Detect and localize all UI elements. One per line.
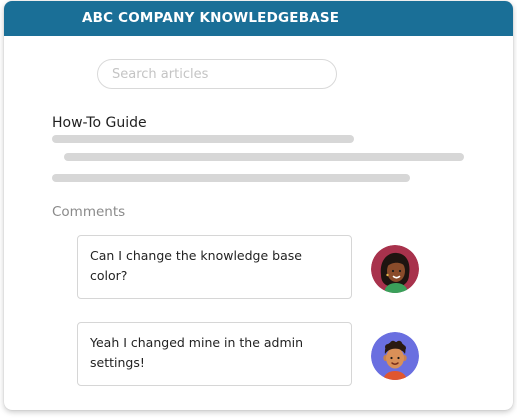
comment-text: Can I change the knowledge base color? — [90, 248, 302, 283]
avatar-woman-icon — [371, 245, 419, 293]
comment-bubble: Can I change the knowledge base color? — [77, 235, 352, 299]
placeholder-text-line — [52, 174, 410, 182]
app-title: ABC COMPANY KNOWLEDGEBASE — [82, 10, 340, 26]
header-bar: ABC COMPANY KNOWLEDGEBASE — [4, 1, 513, 36]
knowledgebase-window: ABC COMPANY KNOWLEDGEBASE How-To Guide C… — [4, 1, 513, 410]
avatar-man-icon — [371, 332, 419, 380]
article-title: How-To Guide — [52, 115, 147, 131]
placeholder-text-line — [52, 135, 354, 143]
placeholder-text-line — [64, 153, 464, 161]
comments-heading: Comments — [52, 204, 126, 220]
comment-bubble: Yeah I changed mine in the admin setting… — [77, 322, 352, 386]
search-input[interactable] — [97, 59, 337, 89]
comment-text: Yeah I changed mine in the admin setting… — [90, 335, 304, 370]
